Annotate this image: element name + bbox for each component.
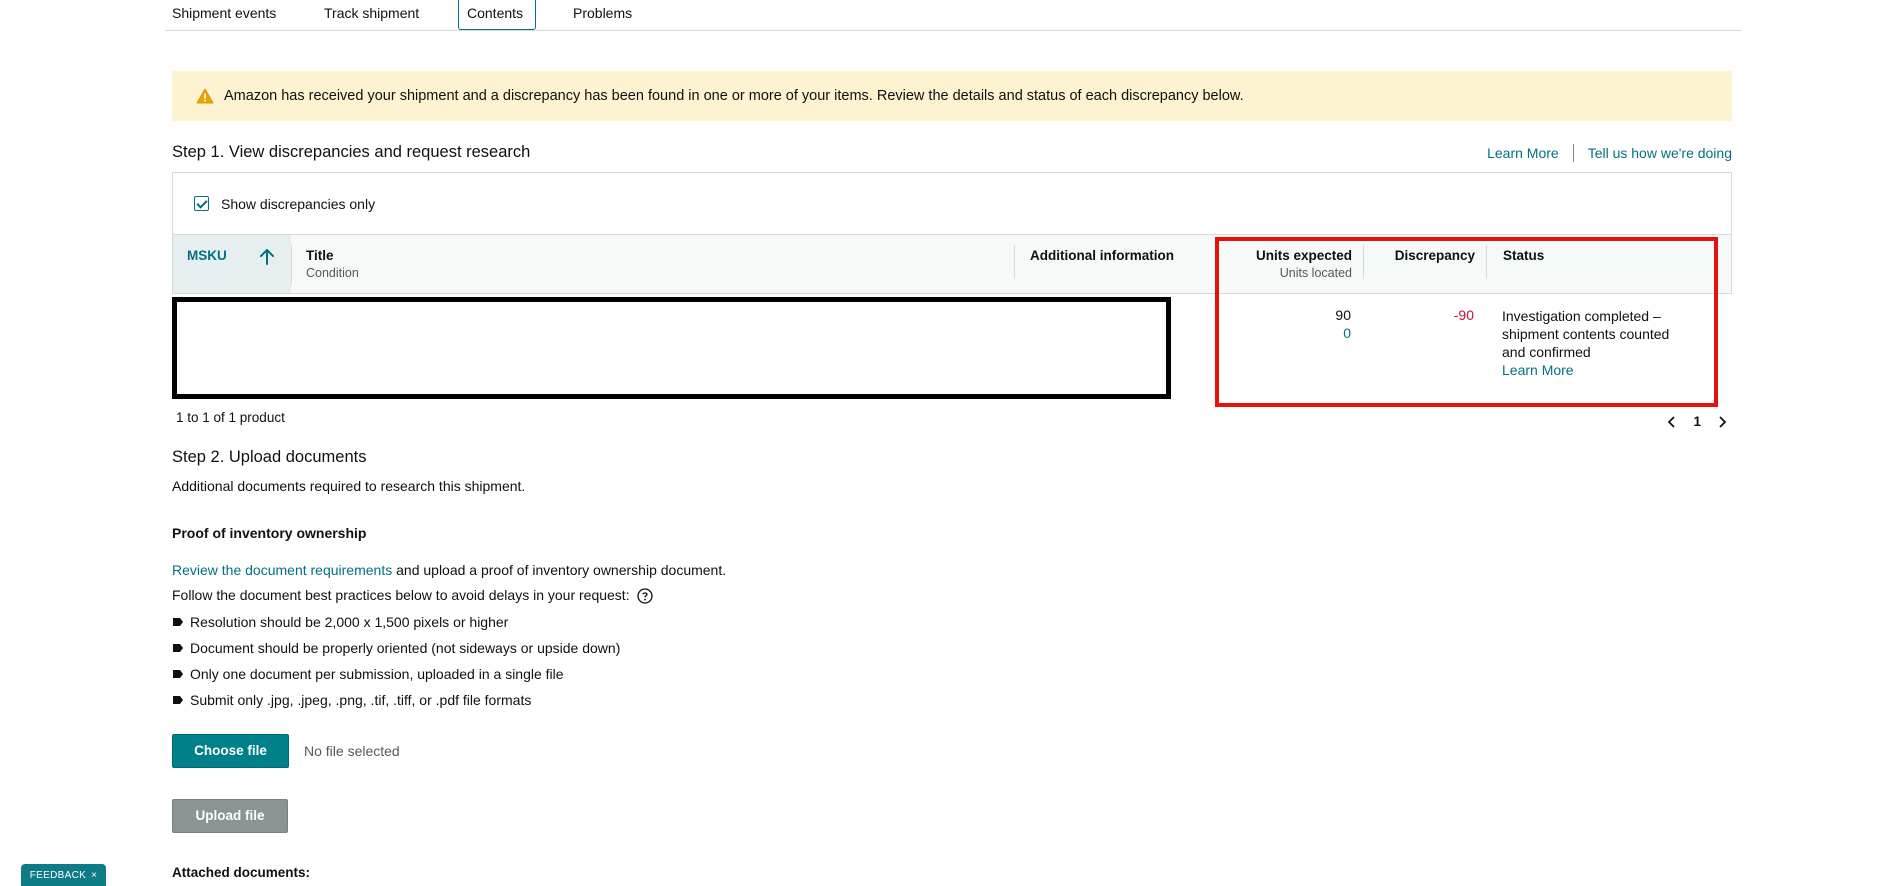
msku-header-label: MSKU <box>187 248 227 263</box>
step2-title: Step 2. Upload documents <box>172 448 367 466</box>
list-item: Resolution should be 2,000 x 1,500 pixel… <box>172 614 508 630</box>
discrepancy-header-label: Discrepancy <box>1394 248 1475 263</box>
units-expected-header-label: Units expected <box>1255 248 1352 263</box>
file-status: No file selected <box>304 743 400 759</box>
show-discrepancies-checkbox[interactable] <box>194 196 209 211</box>
product-count: 1 to 1 of 1 product <box>176 410 285 425</box>
column-header-discrepancy: Discrepancy <box>1373 235 1475 293</box>
chevron-left-icon[interactable] <box>1667 415 1677 428</box>
column-divider <box>1486 245 1487 279</box>
pagination: 1 <box>1667 414 1727 429</box>
list-item: Document should be properly oriented (no… <box>172 640 620 656</box>
step2-subtitle: Additional documents required to researc… <box>172 478 526 494</box>
best-practices-label: Follow the document best practices below… <box>172 587 630 603</box>
bullet-text: Document should be properly oriented (no… <box>190 640 621 656</box>
title-header-label: Title <box>306 248 334 263</box>
units-located-value[interactable]: 0 <box>1250 325 1351 341</box>
tag-bullet-icon <box>173 670 183 678</box>
redacted-product-info <box>172 297 1171 399</box>
additional-header-label: Additional information <box>1030 248 1174 263</box>
learn-more-link[interactable]: Learn More <box>1487 145 1559 161</box>
units-located-header-label: Units located <box>1279 266 1352 280</box>
tab-contents[interactable]: Contents <box>458 0 536 30</box>
chevron-right-icon[interactable] <box>1717 415 1727 428</box>
tag-bullet-icon <box>173 618 183 626</box>
close-icon[interactable]: × <box>91 870 97 881</box>
attached-documents-heading: Attached documents: <box>172 865 311 880</box>
alert-message: Amazon has received your shipment and a … <box>224 88 1244 104</box>
column-divider <box>1014 245 1015 279</box>
column-header-status: Status <box>1503 235 1544 293</box>
step1-title: Step 1. View discrepancies and request r… <box>172 143 531 161</box>
bullet-text: Resolution should be 2,000 x 1,500 pixel… <box>190 614 509 630</box>
review-requirements-rest: and upload a proof of inventory ownershi… <box>392 562 727 578</box>
status-learn-more-link[interactable]: Learn More <box>1502 361 1669 379</box>
status-line: shipment contents counted <box>1502 326 1670 342</box>
choose-file-button[interactable]: Choose file <box>172 734 289 768</box>
upload-file-button[interactable]: Upload file <box>172 799 288 833</box>
list-item: Only one document per submission, upload… <box>172 666 564 682</box>
status-line: Investigation completed – <box>1502 308 1661 324</box>
tab-shipment-events[interactable]: Shipment events <box>172 0 276 30</box>
units-expected-value: 90 <box>1335 307 1351 323</box>
show-discrepancies-label[interactable]: Show discrepancies only <box>221 196 375 212</box>
column-header-units: Units expected Units located <box>1223 235 1352 293</box>
proof-heading: Proof of inventory ownership <box>172 525 367 541</box>
tag-bullet-icon <box>173 644 183 652</box>
tab-problems[interactable]: Problems <box>573 0 632 30</box>
warning-icon <box>196 88 214 104</box>
column-header-additional: Additional information <box>1030 235 1174 293</box>
discrepancy-value: -90 <box>1453 307 1474 323</box>
feedback-link[interactable]: Tell us how we're doing <box>1588 145 1732 161</box>
feedback-label: FEEDBACK <box>29 870 87 881</box>
list-item: Submit only .jpg, .jpeg, .png, .tif, .ti… <box>172 692 531 708</box>
feedback-tab[interactable]: FEEDBACK × <box>21 864 106 886</box>
review-requirements-text: Review the document requirements and upl… <box>172 562 726 578</box>
tag-bullet-icon <box>173 696 183 704</box>
status-header-label: Status <box>1503 248 1545 263</box>
column-divider <box>291 245 292 285</box>
column-header-title: Title Condition <box>306 235 359 293</box>
help-circle-icon[interactable] <box>637 588 654 604</box>
current-page[interactable]: 1 <box>1693 414 1701 429</box>
bullet-text: Submit only .jpg, .jpeg, .png, .tif, .ti… <box>190 692 532 708</box>
bullet-text: Only one document per submission, upload… <box>190 666 564 682</box>
column-header-msku[interactable]: MSKU <box>173 235 291 293</box>
tab-track-shipment[interactable]: Track shipment <box>324 0 419 30</box>
best-practices-text: Follow the document best practices below… <box>172 587 654 604</box>
column-divider <box>1363 245 1364 279</box>
status-line: and confirmed <box>1502 344 1591 360</box>
review-requirements-link[interactable]: Review the document requirements <box>172 562 392 578</box>
step1-links: Learn More Tell us how we're doing <box>1487 144 1732 162</box>
tab-bar: Shipment events Track shipment Contents … <box>165 0 1742 31</box>
discrepancy-alert: Amazon has received your shipment and a … <box>172 71 1732 121</box>
status-text: Investigation completed – shipment conte… <box>1502 307 1669 379</box>
filter-row: Show discrepancies only <box>172 172 1732 234</box>
table-header: MSKU Title Condition Additional informat… <box>172 234 1732 294</box>
sort-up-arrow-icon[interactable] <box>259 248 275 266</box>
link-divider <box>1572 144 1574 162</box>
condition-header-label: Condition <box>306 266 359 280</box>
